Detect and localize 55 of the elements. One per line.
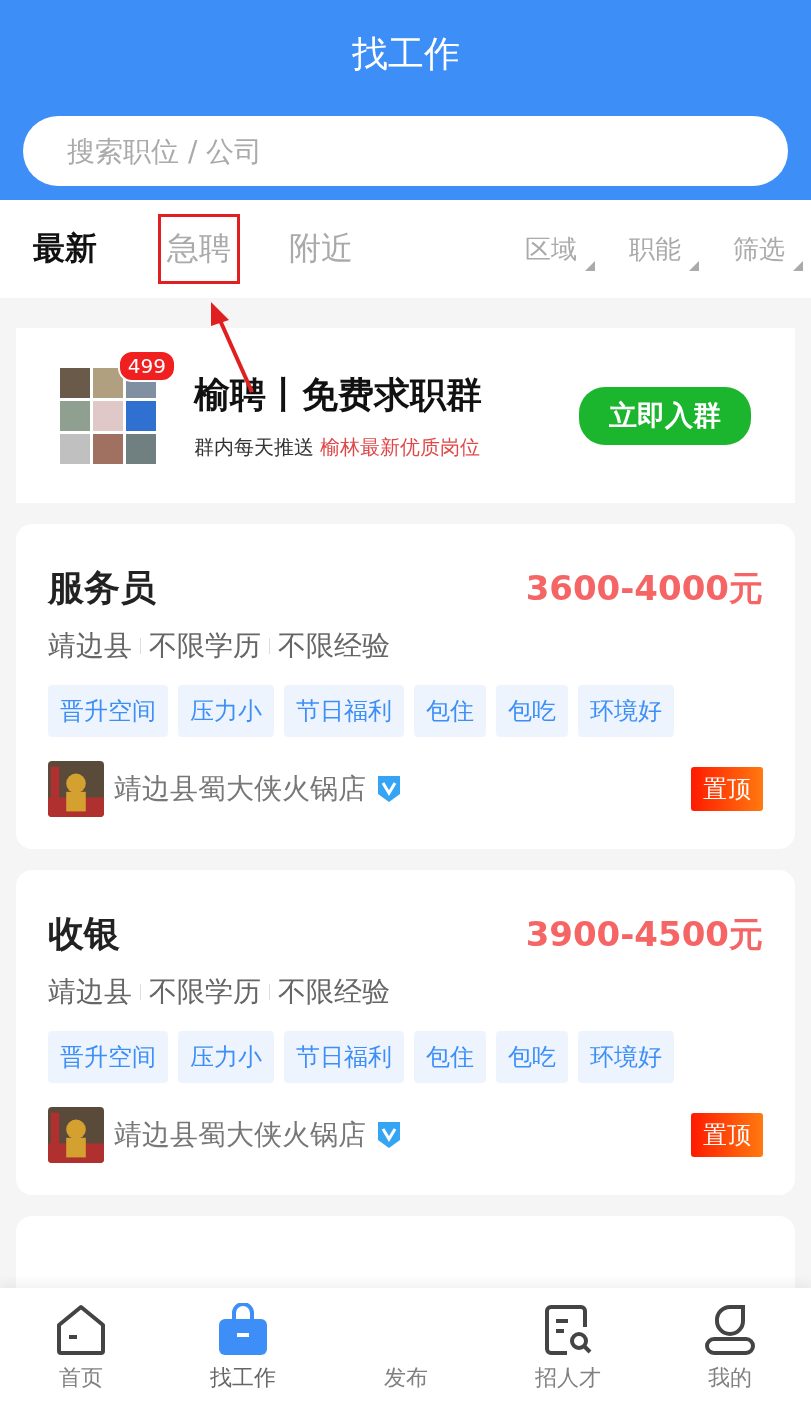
nav-tab[interactable]: 找工作 [162, 1288, 325, 1407]
tab[interactable]: 最新 [24, 214, 106, 284]
benefit-tag: 包住 [414, 1031, 486, 1083]
search-field[interactable]: 搜索职位 / 公司 [23, 116, 788, 186]
banner-subtitle: 群内每天推送 榆林最新优质岗位 [194, 433, 482, 461]
company-name: 靖边县蜀大侠火锅店 [114, 771, 366, 807]
benefit-tag: 晋升空间 [48, 685, 168, 737]
filter-dropdown[interactable]: 筛选 [733, 231, 803, 267]
job-title: 收银 [48, 912, 120, 956]
job-card[interactable]: 收银 3900-4500元 靖边县 不限学历 不限经验 晋升空间 压力小 节日福利 包住 包吃 环境好 靖边县蜀大侠火锅店 置顶 [16, 870, 795, 1195]
nav-label: 找工作 [210, 1364, 277, 1392]
job-requirement: 不限学历 [149, 974, 261, 1010]
job-card[interactable]: 服务员 3600-4000元 靖边县 不限学历 不限经验 晋升空间 压力小 节日福利 包住 包吃 环境好 靖边县蜀大侠火锅店 置顶 [16, 524, 795, 849]
nav-tab[interactable]: 我的 [648, 1288, 811, 1407]
corner-triangle-icon [585, 260, 595, 271]
nav-label: 首页 [59, 1364, 104, 1392]
filter-dropdown[interactable]: 区域 [525, 231, 595, 267]
job-requirement: 靖边县 [48, 974, 132, 1010]
nav-label: 发布 [383, 1364, 428, 1392]
benefit-tag: 环境好 [578, 1031, 674, 1083]
count-badge: 499 [117, 349, 176, 382]
corner-triangle-icon [689, 260, 699, 271]
banner-title: 榆聘丨免费求职群 [194, 372, 483, 417]
nav-tab[interactable]: 发布 [324, 1288, 487, 1407]
page-title: 找工作 [351, 32, 460, 76]
job-title: 服务员 [48, 566, 156, 610]
user-icon [702, 1303, 757, 1357]
salary: 3600-4000元 [525, 566, 763, 610]
job-requirement: 不限经验 [278, 628, 390, 664]
benefit-tag: 环境好 [578, 685, 674, 737]
job-requirement: 不限学历 [149, 628, 261, 664]
benefit-tag: 包吃 [496, 685, 568, 737]
tab[interactable]: 急聘 [158, 214, 240, 284]
benefit-tag: 压力小 [178, 685, 274, 737]
nav-label: 招人才 [534, 1364, 601, 1392]
nav-tab[interactable]: 首页 [0, 1288, 163, 1407]
nav-tab[interactable]: 招人才 [486, 1288, 649, 1407]
filter-dropdown[interactable]: 职能 [629, 231, 699, 267]
nav-label: 我的 [707, 1364, 752, 1392]
pinned-badge: 置顶 [691, 1113, 763, 1157]
benefit-tag: 压力小 [178, 1031, 274, 1083]
corner-triangle-icon [793, 260, 803, 271]
salary: 3900-4500元 [525, 912, 763, 956]
tab[interactable]: 附近 [280, 214, 362, 284]
pinned-badge: 置顶 [691, 767, 763, 811]
job-requirement: 靖边县 [48, 628, 132, 664]
benefit-tag: 包吃 [496, 1031, 568, 1083]
benefit-tag: 晋升空间 [48, 1031, 168, 1083]
benefit-tag: 节日福利 [284, 1031, 404, 1083]
benefit-tag: 节日福利 [284, 685, 404, 737]
benefit-tag: 包住 [414, 685, 486, 737]
company-name: 靖边县蜀大侠火锅店 [114, 1117, 366, 1153]
briefcase-icon [217, 1303, 270, 1357]
job-requirement: 不限经验 [278, 974, 390, 1010]
join-group-button[interactable]: 立即入群 [579, 386, 751, 445]
